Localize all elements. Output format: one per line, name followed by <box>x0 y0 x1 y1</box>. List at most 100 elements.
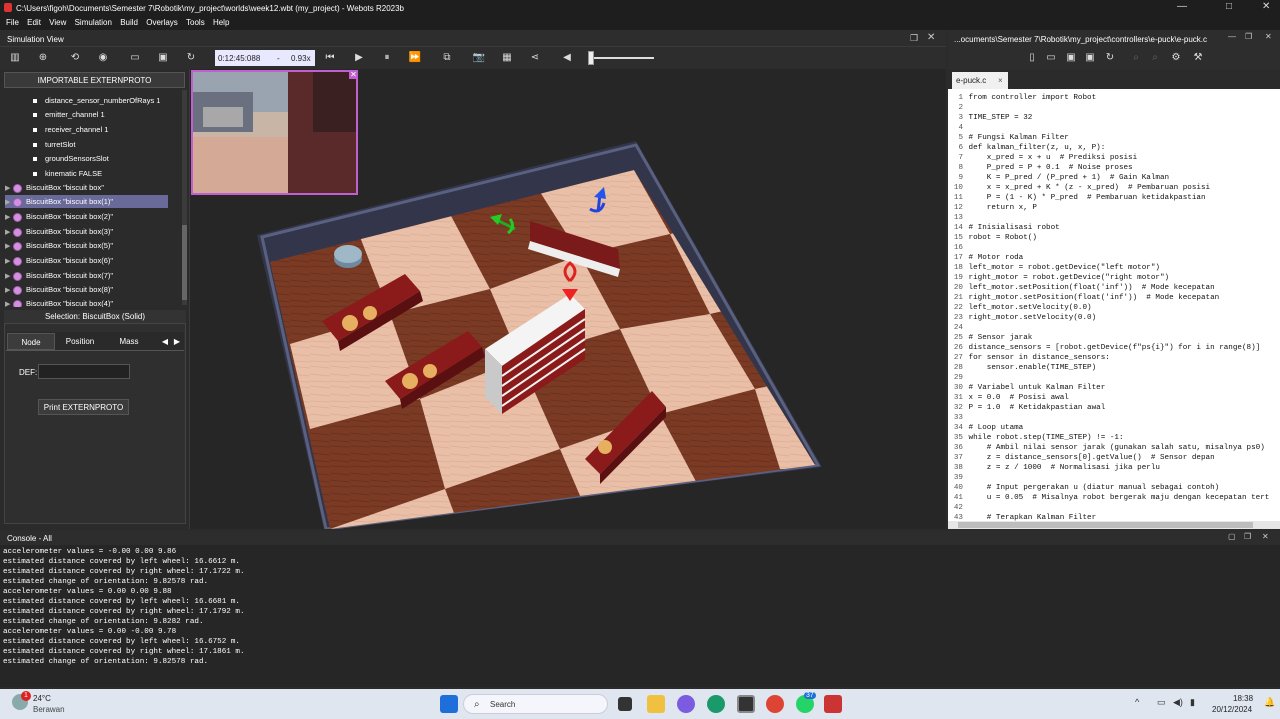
def-input[interactable] <box>38 364 130 379</box>
tree-node-biscuit-box[interactable]: ▶ BiscuitBox "biscuit box" <box>5 181 168 194</box>
float-console-icon[interactable]: ❐ <box>1244 532 1251 541</box>
pause-icon[interactable]: ⏸ <box>380 51 394 65</box>
code-line[interactable]: 21 right_motor.setPosition(float('inf'))… <box>948 293 1219 303</box>
code-line[interactable]: 28 sensor.enable(TIME_STEP) <box>948 363 1096 373</box>
code-line[interactable]: 43 # Terapkan Kalman Filter <box>948 513 1096 521</box>
code-line[interactable]: 4 <box>948 123 969 133</box>
code-line[interactable]: 19 right_motor = robot.getDevice("right … <box>948 273 1169 283</box>
screenshot-icon[interactable]: 📷 <box>472 51 486 65</box>
tab-node[interactable]: Node <box>7 333 55 350</box>
code-line[interactable]: 32 P = 1.0 # Ketidakpastian awal <box>948 403 1105 413</box>
replace-icon[interactable]: ⌕ <box>1148 51 1162 65</box>
step-icon[interactable]: ▶ <box>352 51 366 65</box>
tab-position[interactable]: Position <box>58 333 102 350</box>
edge-icon[interactable] <box>707 695 725 713</box>
expand-arrow-icon[interactable]: ▶ <box>5 240 13 253</box>
code-line[interactable]: 25 # Sensor jarak <box>948 333 1032 343</box>
code-line[interactable]: 14 # Inisialisasi robot <box>948 223 1060 233</box>
battery-icon[interactable]: ▮ <box>1190 697 1195 708</box>
code-line[interactable]: 39 <box>948 473 969 483</box>
view-eye-icon[interactable]: ◉ <box>96 51 110 65</box>
menu-build[interactable]: Build <box>120 18 138 27</box>
code-line[interactable]: 22 left_motor.setVelocity(0.0) <box>948 303 1092 313</box>
clock-time[interactable]: 18:38 <box>1233 694 1253 703</box>
code-line[interactable]: 36 # Ambil nilai sensor jarak (gunakan s… <box>948 443 1265 453</box>
revert-icon[interactable]: ↻ <box>1103 51 1117 65</box>
menu-edit[interactable]: Edit <box>27 18 41 27</box>
windows-start-icon[interactable] <box>440 695 458 713</box>
code-line[interactable]: 38 z = z / 1000 # Normalisasi jika perlu <box>948 463 1160 473</box>
editor-scroll-thumb[interactable] <box>958 522 1253 528</box>
editor-tab-e-puck[interactable]: e-puck.c × <box>952 72 1008 89</box>
close-overlay-icon[interactable]: ✕ <box>349 70 358 79</box>
code-line[interactable]: 5 # Fungsi Kalman Filter <box>948 133 1068 143</box>
code-line[interactable]: 13 <box>948 213 969 223</box>
weather-temp[interactable]: 24°C <box>33 694 51 703</box>
tree-node-biscuit-box-6[interactable]: ▶ BiscuitBox "biscuit box(6)" <box>5 254 168 267</box>
menu-file[interactable]: File <box>6 18 19 27</box>
float-panel-icon[interactable]: ❐ <box>910 33 918 44</box>
expand-arrow-icon[interactable]: ▶ <box>5 270 13 283</box>
expand-arrow-icon[interactable]: ▶ <box>5 196 13 209</box>
tab-mass[interactable]: Mass <box>106 333 152 350</box>
code-line[interactable]: 23 right_motor.setVelocity(0.0) <box>948 313 1096 323</box>
code-line[interactable]: 2 <box>948 103 969 113</box>
code-line[interactable]: 30 # Variabel untuk Kalman Filter <box>948 383 1105 393</box>
code-line[interactable]: 7 x_pred = x + u # Prediksi posisi <box>948 153 1137 163</box>
volume-tray-icon[interactable]: ◀) <box>1173 697 1183 708</box>
tree-node-biscuit-box-8[interactable]: ▶ BiscuitBox "biscuit box(8)" <box>5 283 168 296</box>
tree-node-biscuit-box-2[interactable]: ▶ BiscuitBox "biscuit box(2)" <box>5 210 168 223</box>
reload-world-icon[interactable]: ↻ <box>184 51 198 65</box>
share-icon[interactable]: ⋖ <box>528 51 542 65</box>
tree-node-biscuit-box-3[interactable]: ▶ BiscuitBox "biscuit box(3)" <box>5 225 168 238</box>
new-file-icon[interactable]: ▯ <box>1025 51 1039 65</box>
minimize-console-icon[interactable]: ▢ <box>1228 532 1236 541</box>
code-line[interactable]: 9 K = P_pred / (P_pred + 1) # Gain Kalma… <box>948 173 1169 183</box>
find-icon[interactable]: ⌕ <box>1129 51 1143 65</box>
menu-view[interactable]: View <box>49 18 66 27</box>
code-line[interactable]: 27 for sensor in distance_sensors: <box>948 353 1110 363</box>
tree-field-item[interactable]: receiver_channel 1 <box>33 123 108 136</box>
tree-node-biscuit-box-4[interactable]: ▶ BiscuitBox "biscuit box(4)" <box>5 297 168 307</box>
expand-arrow-icon[interactable]: ▶ <box>5 284 13 297</box>
chrome-icon[interactable] <box>766 695 784 713</box>
expand-arrow-icon[interactable]: ▶ <box>5 211 13 224</box>
menu-tools[interactable]: Tools <box>186 18 205 27</box>
expand-arrow-icon[interactable]: ▶ <box>5 255 13 268</box>
close-button[interactable]: ✕ <box>1262 1 1270 12</box>
code-line[interactable]: 8 P_pred = P + 0.1 # Noise proses <box>948 163 1132 173</box>
code-line[interactable]: 20 left_motor.setPosition(float('inf')) … <box>948 283 1215 293</box>
close-panel-icon[interactable]: ✕ <box>1265 32 1272 41</box>
importable-externproto-button[interactable]: IMPORTABLE EXTERNPROTO <box>4 72 185 88</box>
task-view-icon[interactable] <box>618 697 632 711</box>
network-icon[interactable]: ▭ <box>1157 697 1166 708</box>
tree-field-item[interactable]: groundSensorsSlot <box>33 152 109 165</box>
code-line[interactable]: 3 TIME_STEP = 32 <box>948 113 1032 123</box>
code-line[interactable]: 6 def kalman_filter(z, u, x, P): <box>948 143 1105 153</box>
save-all-icon[interactable]: ▣ <box>1083 51 1097 65</box>
save-file-icon[interactable]: ▣ <box>1064 51 1078 65</box>
rendering-toggle-icon[interactable]: ⧉ <box>440 51 454 65</box>
code-editor[interactable]: 1 from controller import Robot 2 3 TIME_S… <box>948 89 1280 521</box>
webots-taskbar-icon[interactable] <box>824 695 842 713</box>
expand-arrow-icon[interactable]: ▶ <box>5 226 13 239</box>
tray-overflow-icon[interactable]: ^ <box>1135 697 1139 707</box>
code-line[interactable]: 1 from controller import Robot <box>948 93 1096 103</box>
reset-simulation-icon[interactable]: ⏮ <box>323 51 337 65</box>
volume-slider-track[interactable] <box>590 57 654 59</box>
tree-field-item[interactable]: kinematic FALSE <box>33 167 102 180</box>
expand-arrow-icon[interactable]: ▶ <box>5 182 13 195</box>
code-line[interactable]: 17 # Motor roda <box>948 253 1023 263</box>
editor-horizontal-scrollbar[interactable] <box>948 521 1280 529</box>
tree-field-item[interactable]: distance_sensor_numberOfRays 1 <box>33 94 160 107</box>
code-line[interactable]: 41 u = 0.05 # Misalnya robot bergerak ma… <box>948 493 1269 503</box>
add-node-icon[interactable]: ⊕ <box>36 51 50 65</box>
code-line[interactable]: 34 # Loop utama <box>948 423 1023 433</box>
copilot-icon[interactable] <box>677 695 695 713</box>
float-panel-icon[interactable]: ❐ <box>1245 32 1252 41</box>
tab-scroll-left-icon[interactable]: ◀ <box>160 333 170 350</box>
robot-camera-overlay[interactable]: ✕ <box>191 70 358 195</box>
tab-scroll-right-icon[interactable]: ▶ <box>172 333 182 350</box>
tree-node-biscuit-box-5[interactable]: ▶ BiscuitBox "biscuit box(5)" <box>5 239 168 252</box>
tree-field-item[interactable]: emitter_channel 1 <box>33 108 105 121</box>
